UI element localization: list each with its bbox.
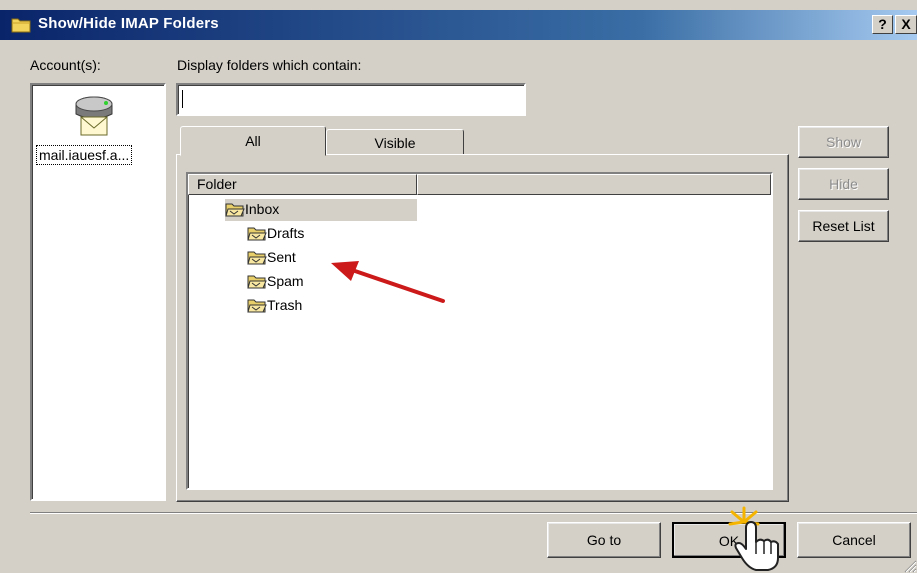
folder-label: Inbox [245,201,280,217]
accounts-list[interactable]: mail.iauesf.a... [30,83,166,501]
folder-icon [247,299,267,313]
folder-icon [11,18,31,33]
red-arrow-icon [331,261,445,303]
folder-icon [247,275,267,289]
folder-item-inbox[interactable]: Inbox [225,199,417,221]
filter-label: Display folders which contain: [177,57,362,73]
accounts-label: Account(s): [30,57,101,73]
folder-label: Sent [267,249,296,265]
folder-label: Trash [267,297,303,313]
account-item[interactable]: mail.iauesf.a... [36,145,133,165]
resize-grip-icon[interactable] [903,559,917,573]
dialog-title: Show/Hide IMAP Folders [38,15,219,32]
folder-icon [247,227,267,241]
folder-label: Spam [267,273,304,289]
imap-folders-dialog: Show/Hide IMAP Folders ? X Account(s): m… [0,0,917,573]
folder-list[interactable]: Folder Inbox Drafts Sent Spam Trash [186,172,773,490]
help-button[interactable]: ? [872,15,893,34]
hide-button[interactable]: Hide [798,168,889,200]
text-caret [182,90,183,108]
reset-list-button[interactable]: Reset List [798,210,889,242]
folder-label: Drafts [267,225,305,241]
column-header-blank[interactable] [417,174,771,195]
tab-all[interactable]: All [180,126,326,156]
goto-button[interactable]: Go to [547,522,661,558]
mail-server-icon [75,96,113,136]
column-header-folder[interactable]: Folder [188,174,417,195]
cancel-button[interactable]: Cancel [797,522,911,558]
folder-filter-input[interactable] [176,83,526,116]
hand-pointer-icon [728,506,779,571]
title-bar: Show/Hide IMAP Folders ? X [0,10,917,40]
folder-icon [225,203,245,217]
show-button[interactable]: Show [798,126,889,158]
close-button[interactable]: X [895,15,917,34]
tab-visible[interactable]: Visible [326,129,464,155]
folder-icon [247,251,267,265]
